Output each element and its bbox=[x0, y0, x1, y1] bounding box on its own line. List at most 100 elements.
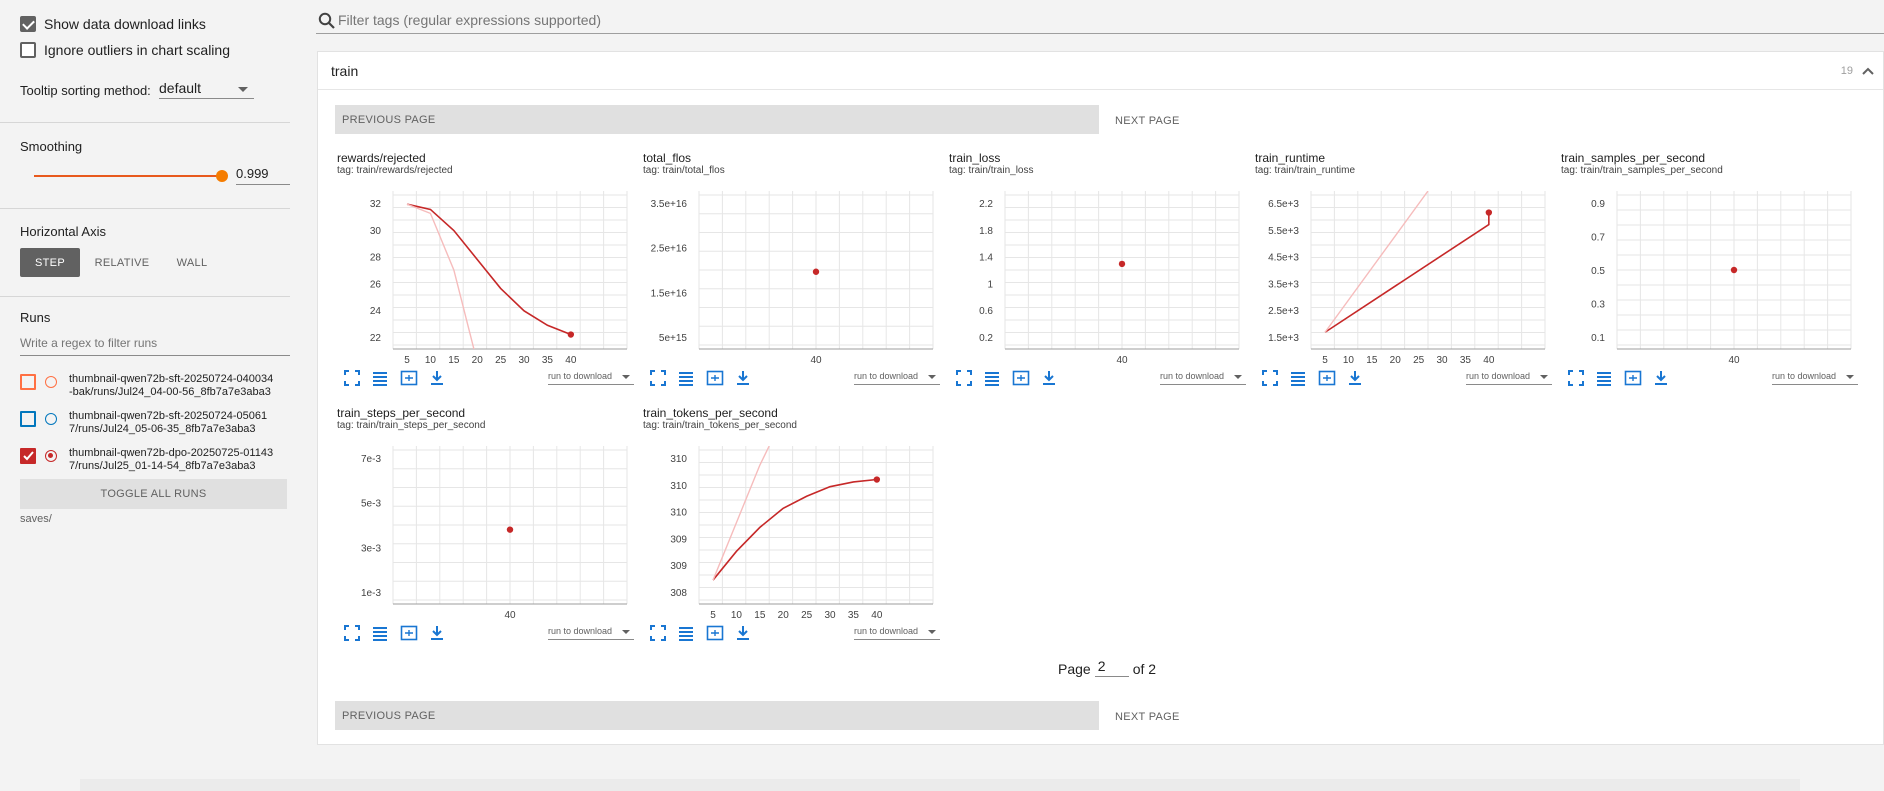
tag-filter-input[interactable]: Filter tags (regular expressions support… bbox=[338, 12, 601, 28]
axis-wall-button[interactable]: WALL bbox=[164, 248, 220, 277]
fullscreen-icon[interactable] bbox=[343, 369, 361, 387]
fullscreen-icon[interactable] bbox=[1261, 369, 1279, 387]
fit-domain-icon[interactable] bbox=[400, 624, 418, 642]
tag-group-card: train 19 PREVIOUS PAGE NEXT PAGE rewards… bbox=[317, 51, 1884, 745]
toggle-log-scale-icon[interactable] bbox=[677, 624, 695, 642]
fullscreen-icon[interactable] bbox=[649, 369, 667, 387]
previous-page-button[interactable]: PREVIOUS PAGE bbox=[335, 105, 1099, 134]
chart-plot[interactable]: 2.2 1.8 1.4 1 0.6 0.2 40 bbox=[947, 181, 1243, 381]
run-to-download-select[interactable]: run to download bbox=[548, 626, 634, 640]
x-tick-label: 20 bbox=[778, 610, 790, 621]
download-icon[interactable] bbox=[428, 624, 446, 642]
fullscreen-icon[interactable] bbox=[649, 624, 667, 642]
run-checkbox[interactable] bbox=[20, 411, 36, 427]
x-tick-label: 5 bbox=[404, 355, 410, 366]
run-radio[interactable] bbox=[45, 413, 57, 425]
run-checkbox[interactable] bbox=[20, 448, 36, 464]
run-checkbox[interactable] bbox=[20, 374, 36, 390]
axis-relative-button[interactable]: RELATIVE bbox=[88, 248, 156, 277]
chevron-up-icon[interactable] bbox=[1861, 64, 1875, 78]
run-to-download-select[interactable]: run to download bbox=[548, 371, 634, 385]
x-tick-label: 25 bbox=[801, 610, 813, 621]
next-page-button[interactable]: NEXT PAGE bbox=[1115, 115, 1180, 127]
chart-title: train_runtime bbox=[1255, 151, 1326, 165]
page-label: Page bbox=[1058, 661, 1091, 677]
run-to-download-select[interactable]: run to download bbox=[1466, 371, 1552, 385]
smoothed-series-line bbox=[406, 203, 572, 336]
fit-domain-icon[interactable] bbox=[400, 369, 418, 387]
fullscreen-icon[interactable] bbox=[343, 624, 361, 642]
log-dir-label: saves/ bbox=[20, 513, 52, 525]
page-number-input[interactable]: 2 bbox=[1094, 658, 1129, 677]
smoothing-input[interactable]: 0.999 bbox=[236, 164, 290, 185]
chart-card: train_tokens_per_second tag: train/train_… bbox=[641, 406, 940, 666]
chart-toolbar: run to download bbox=[1567, 369, 1858, 391]
run-to-download-select[interactable]: run to download bbox=[1160, 371, 1246, 385]
fullscreen-icon[interactable] bbox=[955, 369, 973, 387]
run-to-download-select[interactable]: run to download bbox=[854, 371, 940, 385]
x-tick-label: 5 bbox=[710, 610, 716, 621]
previous-page-button-bottom[interactable]: PREVIOUS PAGE bbox=[335, 701, 1099, 730]
chart-plot[interactable]: 6.5e+3 5.5e+3 4.5e+3 3.5e+3 2.5e+3 1.5e+3 5 10 1… bbox=[1253, 181, 1549, 381]
download-icon[interactable] bbox=[428, 369, 446, 387]
run-radio[interactable] bbox=[45, 450, 57, 462]
axis-step-button[interactable]: STEP bbox=[20, 248, 80, 277]
toggle-log-scale-icon[interactable] bbox=[1595, 369, 1613, 387]
smoothing-slider-thumb[interactable] bbox=[216, 170, 228, 182]
fit-domain-icon[interactable] bbox=[706, 369, 724, 387]
run-to-download-select[interactable]: run to download bbox=[1772, 371, 1858, 385]
chart-plot[interactable]: 3.5e+16 2.5e+16 1.5e+16 5e+15 40 bbox=[641, 181, 937, 381]
chart-card: train_steps_per_second tag: train/train_s… bbox=[335, 406, 634, 666]
tag-group-header[interactable]: train 19 bbox=[318, 52, 1883, 90]
tooltip-sorting-select[interactable]: default bbox=[159, 80, 254, 99]
fit-domain-icon[interactable] bbox=[1624, 369, 1642, 387]
run-radio[interactable] bbox=[45, 376, 57, 388]
show-download-links-checkbox[interactable]: Show data download links bbox=[20, 16, 206, 32]
tag-filter-bar[interactable]: Filter tags (regular expressions support… bbox=[316, 6, 1884, 34]
fullscreen-icon[interactable] bbox=[1567, 369, 1585, 387]
fit-domain-icon[interactable] bbox=[1318, 369, 1336, 387]
download-icon[interactable] bbox=[734, 624, 752, 642]
fit-domain-icon[interactable] bbox=[1012, 369, 1030, 387]
chart-plot[interactable]: 0.9 0.7 0.5 0.3 0.1 40 bbox=[1559, 181, 1855, 381]
download-icon[interactable] bbox=[1346, 369, 1364, 387]
x-tick-label: 10 bbox=[731, 610, 743, 621]
toggle-log-scale-icon[interactable] bbox=[1289, 369, 1307, 387]
toggle-log-scale-icon[interactable] bbox=[983, 369, 1001, 387]
x-tick-label: 35 bbox=[848, 610, 860, 621]
runs-filter-input[interactable]: Write a regex to filter runs bbox=[20, 336, 290, 356]
smoothing-slider-track[interactable] bbox=[34, 175, 222, 177]
download-icon[interactable] bbox=[1040, 369, 1058, 387]
x-tick-label: 35 bbox=[1460, 355, 1472, 366]
ignore-outliers-label: Ignore outliers in chart scaling bbox=[44, 42, 230, 58]
chart-plot[interactable]: 310 310 310 309 309 308 5 10 15 20 25 30 35 40 bbox=[641, 436, 937, 636]
ignore-outliers-checkbox[interactable]: Ignore outliers in chart scaling bbox=[20, 42, 230, 58]
y-tick-label: 0.7 bbox=[1591, 233, 1605, 244]
toggle-log-scale-icon[interactable] bbox=[371, 369, 389, 387]
settings-sidebar: Show data download links Ignore outliers… bbox=[0, 0, 310, 791]
checkbox-checked-icon[interactable] bbox=[20, 16, 36, 32]
next-page-button-bottom[interactable]: NEXT PAGE bbox=[1115, 711, 1180, 723]
chart-plot[interactable]: 32 30 28 26 24 22 5 10 15 20 25 30 35 40 bbox=[335, 181, 631, 381]
chart-title: train_tokens_per_second bbox=[643, 406, 778, 420]
checkbox-unchecked-icon[interactable] bbox=[20, 42, 36, 58]
chart-toolbar: run to download bbox=[343, 624, 634, 646]
chart-plot[interactable]: 7e-3 5e-3 3e-3 1e-3 40 bbox=[335, 436, 631, 636]
chevron-down-icon bbox=[928, 375, 936, 379]
chart-card: train_loss tag: train/train_loss 2.2 1.8 1.4… bbox=[947, 151, 1246, 411]
run-to-download-select[interactable]: run to download bbox=[854, 626, 940, 640]
smoothing-label: Smoothing bbox=[20, 139, 83, 154]
toggle-all-runs-button[interactable]: TOGGLE ALL RUNS bbox=[20, 479, 287, 509]
fit-domain-icon[interactable] bbox=[706, 624, 724, 642]
toggle-log-scale-icon[interactable] bbox=[677, 369, 695, 387]
chart-card: rewards/rejected tag: train/rewards/rejec… bbox=[335, 151, 634, 411]
chevron-down-icon bbox=[1540, 375, 1548, 379]
smoothed-series-line bbox=[1324, 212, 1490, 333]
download-icon[interactable] bbox=[1652, 369, 1670, 387]
search-icon bbox=[318, 12, 335, 29]
download-icon[interactable] bbox=[734, 369, 752, 387]
run-item: thumbnail-qwen72b-dpo-20250725-01143 7/ru… bbox=[20, 447, 290, 473]
chart-title: train_loss bbox=[949, 151, 1001, 165]
chart-toolbar: run to download bbox=[649, 624, 940, 646]
toggle-log-scale-icon[interactable] bbox=[371, 624, 389, 642]
